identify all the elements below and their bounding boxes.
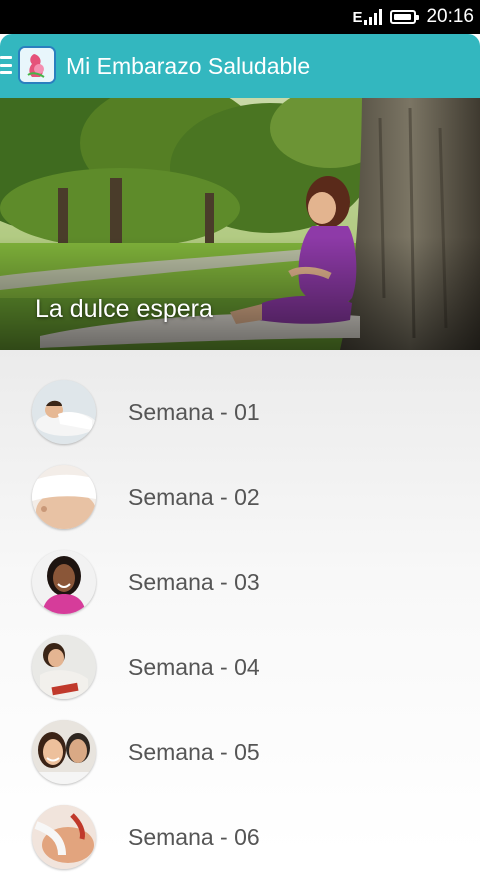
app-bar: Mi Embarazo Saludable xyxy=(0,34,480,98)
week-label: Semana - 06 xyxy=(128,824,260,850)
app-title: Mi Embarazo Saludable xyxy=(66,53,311,79)
week-thumbnail xyxy=(32,805,96,869)
week-thumbnail xyxy=(32,380,96,444)
clock: 20:16 xyxy=(426,6,474,27)
pregnancy-logo-icon[interactable] xyxy=(18,46,56,84)
week-label: Semana - 05 xyxy=(128,739,260,765)
week-item-02[interactable]: Semana - 02 xyxy=(0,455,480,540)
week-list: Semana - 01 Semana - 02 Semana - 03 Sema… xyxy=(0,350,480,869)
hamburger-icon[interactable] xyxy=(0,56,12,74)
signal-icon xyxy=(364,9,383,25)
battery-icon xyxy=(390,10,420,24)
week-label: Semana - 03 xyxy=(128,569,260,595)
week-item-05[interactable]: Semana - 05 xyxy=(0,710,480,795)
status-indicators: E 20:16 xyxy=(352,0,474,34)
week-thumbnail xyxy=(32,720,96,784)
hero-banner[interactable]: La dulce espera xyxy=(0,98,480,350)
network-type: E xyxy=(352,8,363,26)
week-item-01[interactable]: Semana - 01 xyxy=(0,370,480,455)
week-thumbnail xyxy=(32,550,96,614)
week-label: Semana - 02 xyxy=(128,484,260,510)
week-label: Semana - 01 xyxy=(128,399,260,425)
week-item-04[interactable]: Semana - 04 xyxy=(0,625,480,710)
week-item-06[interactable]: Semana - 06 xyxy=(0,795,480,880)
week-thumbnail xyxy=(32,635,96,699)
hero-caption: La dulce espera xyxy=(35,295,213,323)
week-thumbnail xyxy=(32,465,96,529)
week-item-03[interactable]: Semana - 03 xyxy=(0,540,480,625)
week-label: Semana - 04 xyxy=(128,654,260,680)
status-bar: E 20:16 xyxy=(0,0,480,34)
